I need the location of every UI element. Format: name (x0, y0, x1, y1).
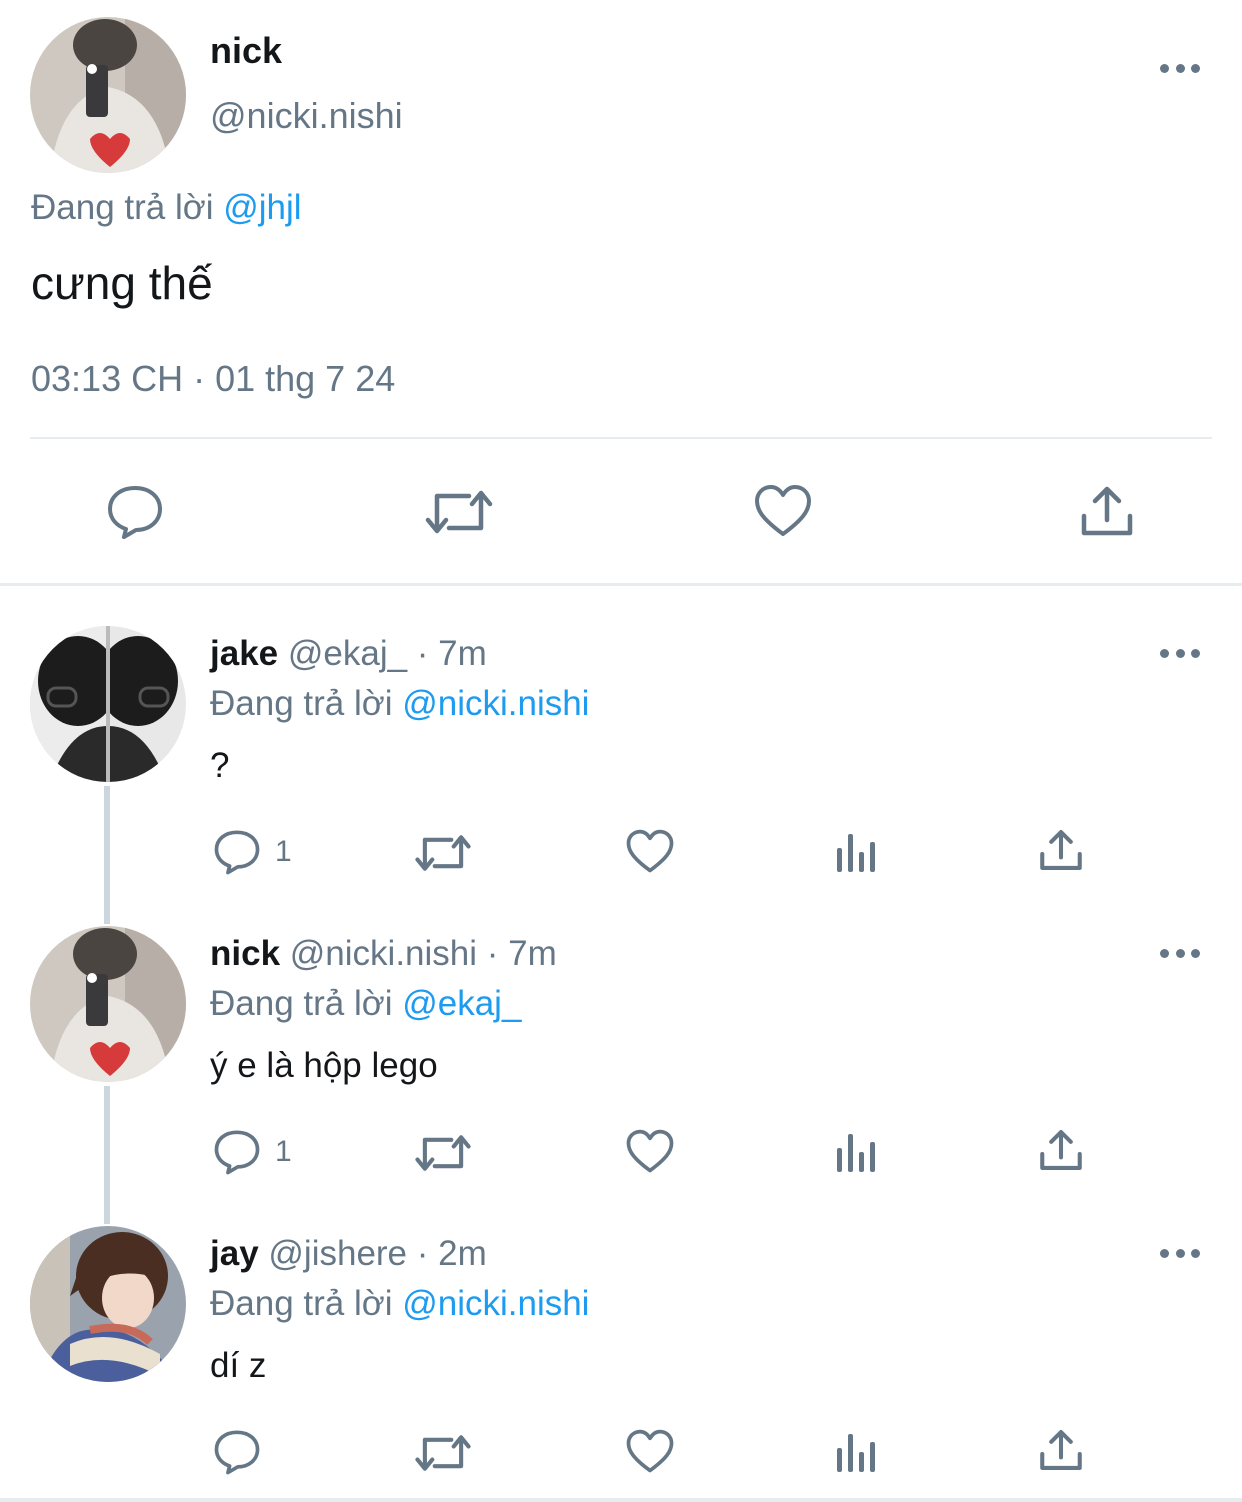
reply-tweet[interactable]: jay @jishere · 2m Đang trả lời @nicki.ni… (0, 1186, 1242, 1486)
share-icon (1040, 1430, 1082, 1470)
author-meta: @ekaj_ · 7m (287, 634, 487, 673)
avatar-image (30, 626, 186, 782)
more-options-icon[interactable] (1160, 1246, 1200, 1260)
main-tweet: nick @nicki.nishi Đang trả lời @jhjl cưn… (0, 0, 1242, 586)
reply-button[interactable] (213, 1429, 275, 1475)
author-meta: @jishere · 2m (268, 1234, 487, 1273)
replying-prefix: Đang trả lời (210, 684, 393, 723)
views-button[interactable] (834, 1430, 878, 1474)
like-icon (626, 1429, 674, 1473)
reply-button[interactable]: 1 (213, 829, 292, 875)
share-button[interactable] (1039, 1128, 1083, 1172)
author-name[interactable]: nick (210, 30, 282, 72)
share-icon (1081, 486, 1133, 536)
avatar[interactable] (30, 17, 186, 173)
replying-to: Đang trả lời @nicki.nishi (210, 1284, 589, 1324)
share-button[interactable] (1080, 484, 1134, 538)
tweet-timestamp[interactable]: 03:13 CH · 01 thg 7 24 (31, 358, 395, 400)
like-icon (755, 485, 811, 536)
reply-count: 1 (275, 835, 292, 868)
tweet-text: ý e là hộp lego (210, 1046, 438, 1085)
retweet-button[interactable] (425, 486, 493, 538)
like-icon (626, 1129, 674, 1173)
reply-tweet[interactable]: jake @ekaj_ · 7m Đang trả lời @nicki.nis… (0, 586, 1242, 886)
divider (0, 1498, 1242, 1502)
replying-prefix: Đang trả lời (31, 188, 214, 227)
analytics-icon (837, 1434, 875, 1472)
reply-icon (214, 830, 260, 875)
replying-prefix: Đang trả lời (210, 984, 393, 1023)
replying-to: Đang trả lời @ekaj_ (210, 984, 521, 1024)
replying-to: Đang trả lời @jhjl (31, 188, 302, 228)
analytics-icon (837, 834, 875, 872)
author-name[interactable]: jake (210, 634, 278, 673)
reply-button[interactable]: 1 (213, 1129, 292, 1175)
share-button[interactable] (1039, 828, 1083, 872)
reply-tweet[interactable]: nick @nicki.nishi · 7m Đang trả lời @eka… (0, 886, 1242, 1186)
tweet-text: ? (210, 746, 230, 785)
more-options-icon[interactable] (1160, 61, 1200, 75)
like-button[interactable] (626, 1429, 674, 1474)
like-button[interactable] (754, 484, 812, 538)
reply-header: jake @ekaj_ · 7m (210, 634, 487, 674)
replying-mention[interactable]: @nicki.nishi (402, 1284, 589, 1323)
avatar[interactable] (30, 626, 186, 782)
author-name[interactable]: nick (210, 934, 280, 973)
retweet-button[interactable] (415, 831, 471, 875)
retweet-button[interactable] (415, 1431, 471, 1475)
divider (30, 437, 1212, 439)
reply-icon (108, 486, 162, 539)
like-icon (626, 829, 674, 873)
like-button[interactable] (626, 1129, 674, 1174)
share-button[interactable] (1039, 1428, 1083, 1472)
author-meta: @nicki.nishi · 7m (289, 934, 557, 973)
retweet-button[interactable] (415, 1131, 471, 1175)
replying-to: Đang trả lời @nicki.nishi (210, 684, 589, 724)
retweet-icon (425, 490, 493, 534)
retweet-icon (415, 1135, 471, 1171)
share-icon (1040, 1130, 1082, 1170)
reply-icon (214, 1430, 260, 1475)
avatar-image (30, 926, 186, 1082)
avatar-image (30, 1226, 186, 1382)
tweet-text: cưng thế (31, 257, 213, 309)
reply-header: jay @jishere · 2m (210, 1234, 487, 1274)
like-button[interactable] (626, 829, 674, 874)
avatar[interactable] (30, 1226, 186, 1382)
avatar[interactable] (30, 926, 186, 1082)
analytics-icon (837, 1134, 875, 1172)
author-handle[interactable]: @nicki.nishi (210, 95, 403, 137)
replying-prefix: Đang trả lời (210, 1284, 393, 1323)
reply-count: 1 (275, 1135, 292, 1168)
retweet-icon (415, 1435, 471, 1471)
author-name[interactable]: jay (210, 1234, 259, 1273)
tweet-text: dí z (210, 1346, 267, 1385)
replying-mention[interactable]: @ekaj_ (402, 984, 521, 1023)
more-options-icon[interactable] (1160, 646, 1200, 660)
retweet-icon (415, 835, 471, 871)
reply-icon (214, 1130, 260, 1175)
replying-mention[interactable]: @nicki.nishi (402, 684, 589, 723)
avatar-image (30, 17, 186, 173)
reply-header: nick @nicki.nishi · 7m (210, 934, 557, 974)
replying-mention[interactable]: @jhjl (223, 188, 301, 227)
views-button[interactable] (834, 830, 878, 874)
views-button[interactable] (834, 1130, 878, 1174)
more-options-icon[interactable] (1160, 946, 1200, 960)
share-icon (1040, 830, 1082, 870)
reply-button[interactable] (106, 484, 164, 540)
